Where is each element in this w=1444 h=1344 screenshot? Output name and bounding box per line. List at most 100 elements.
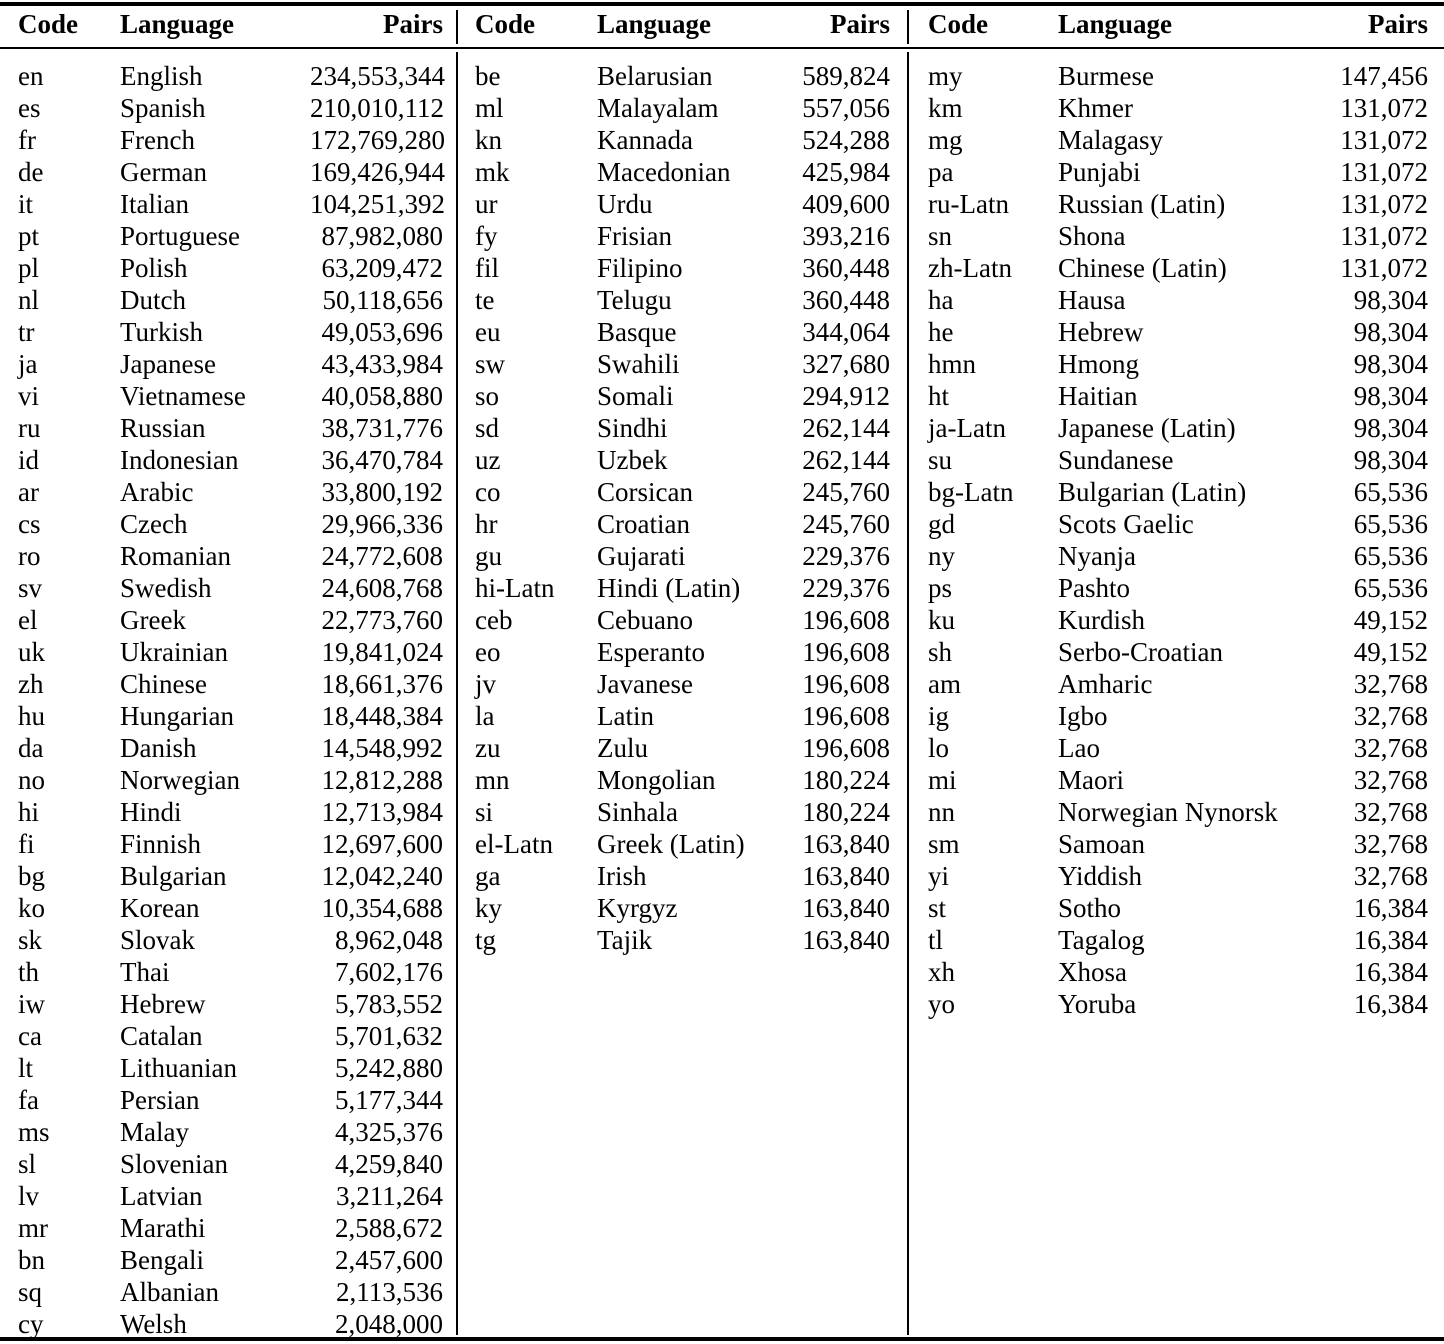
table-row: st Sotho 16,384 [909,892,1444,924]
cell-language: Hebrew [1058,317,1144,347]
cell-language: Latvian [120,1181,203,1211]
cell-language: Esperanto [597,637,705,667]
cell-language: Norwegian [120,765,240,795]
cell-code: lv [18,1181,40,1211]
cell-pairs: 360,448 [802,253,890,283]
cell-code: nl [18,285,40,315]
cell-code: da [18,733,44,763]
table-row: hu Hungarian 18,448,384 [0,700,456,732]
cell-code: sw [475,349,506,379]
cell-language: Slovenian [120,1149,228,1179]
table-row: vi Vietnamese 40,058,880 [0,380,456,412]
table-row: hmn Hmong 98,304 [909,348,1444,380]
cell-language: Punjabi [1058,157,1141,187]
cell-language: Basque [597,317,677,347]
cell-pairs: 163,840 [802,925,890,955]
cell-language: Filipino [597,253,683,283]
cell-code: pa [928,157,954,187]
language-pairs-table: Code Language Pairs en English 234,553,344… [0,0,1444,1344]
cell-code: hi [18,797,40,827]
cell-code: de [18,157,44,187]
column-header-pairs: Pairs [830,8,890,39]
cell-code: pt [18,221,40,251]
cell-language: Malayalam [597,93,719,123]
cell-code: no [18,765,45,795]
cell-language: Sotho [1058,893,1122,923]
cell-code: sh [928,637,953,667]
cell-language: Lao [1058,733,1100,763]
cell-code: el [18,605,38,635]
table-row: lo Lao 32,768 [909,732,1444,764]
cell-pairs: 196,608 [802,733,890,763]
cell-code: fa [18,1085,39,1115]
column-header-code: Code [928,8,988,39]
cell-language: Telugu [597,285,672,315]
table-row: co Corsican 245,760 [458,476,907,508]
table-head-right: Code Language Pairs [909,0,1444,47]
cell-code: hr [475,509,498,539]
cell-code: eu [475,317,501,347]
table-row: es Spanish 210,010,112 [0,92,456,124]
cell-pairs: 3,211,264 [336,1181,443,1211]
cell-language: Bengali [120,1245,204,1275]
table-row: so Somali 294,912 [458,380,907,412]
cell-code: hu [18,701,45,731]
cell-code: fr [18,125,36,155]
cell-code: tr [18,317,35,347]
table-row: ar Arabic 33,800,192 [0,476,456,508]
cell-pairs: 32,768 [1353,733,1428,763]
cell-language: Tajik [597,925,653,955]
table-row: no Norwegian 12,812,288 [0,764,456,796]
cell-code: lo [928,733,950,763]
cell-pairs: 163,840 [802,861,890,891]
cell-code: ro [18,541,41,571]
cell-pairs: 2,048,000 [335,1309,443,1339]
table-row: ru-Latn Russian (Latin) 131,072 [909,188,1444,220]
cell-code: tg [475,925,497,955]
cell-language: Sindhi [597,413,668,443]
cell-code: sq [18,1277,43,1307]
table-row: hi-Latn Hindi (Latin) 229,376 [458,572,907,604]
cell-pairs: 147,456 [1340,61,1428,91]
table-row: mr Marathi 2,588,672 [0,1212,456,1244]
cell-language: Norwegian Nynorsk [1058,797,1278,827]
cell-language: Macedonian [597,157,731,187]
table-left: Code Language Pairs en English 234,553,344… [0,0,456,1340]
cell-pairs: 16,384 [1353,893,1428,923]
table-row: gd Scots Gaelic 65,536 [909,508,1444,540]
table-block-left: Code Language Pairs en English 234,553,344… [0,0,456,1340]
cell-language: Hmong [1058,349,1139,379]
cell-code: ig [928,701,950,731]
cell-pairs: 38,731,776 [321,413,444,443]
cell-code: uk [18,637,45,667]
table-row: de German 169,426,944 [0,156,456,188]
cell-code: tl [928,925,944,955]
cell-code: sl [18,1149,37,1179]
cell-pairs: 32,768 [1353,765,1428,795]
cell-language: Kyrgyz [597,893,678,923]
table-row: ceb Cebuano 196,608 [458,604,907,636]
cell-pairs: 229,376 [802,573,890,603]
cell-code: ko [18,893,45,923]
cell-pairs: 12,713,984 [321,797,444,827]
header-row: Code Language Pairs [0,0,456,47]
cell-language: Latin [597,701,654,731]
cell-pairs: 12,697,600 [321,829,444,859]
cell-code: my [928,61,963,91]
cell-pairs: 210,010,112 [310,93,444,123]
table-row: yi Yiddish 32,768 [909,860,1444,892]
cell-language: Nyanja [1058,541,1136,571]
cell-language: Corsican [597,477,693,507]
cell-code: so [475,381,500,411]
table-row: ca Catalan 5,701,632 [0,1020,456,1052]
cell-code: ny [928,541,955,571]
cell-language: Italian [120,189,189,219]
cell-code: ru-Latn [928,189,1009,219]
table-row: ha Hausa 98,304 [909,284,1444,316]
cell-language: Zulu [597,733,648,763]
cell-language: Dutch [120,285,186,315]
cell-code: vi [18,381,40,411]
cell-language: Somali [597,381,674,411]
table-row: nl Dutch 50,118,656 [0,284,456,316]
cell-code: mg [928,125,963,155]
